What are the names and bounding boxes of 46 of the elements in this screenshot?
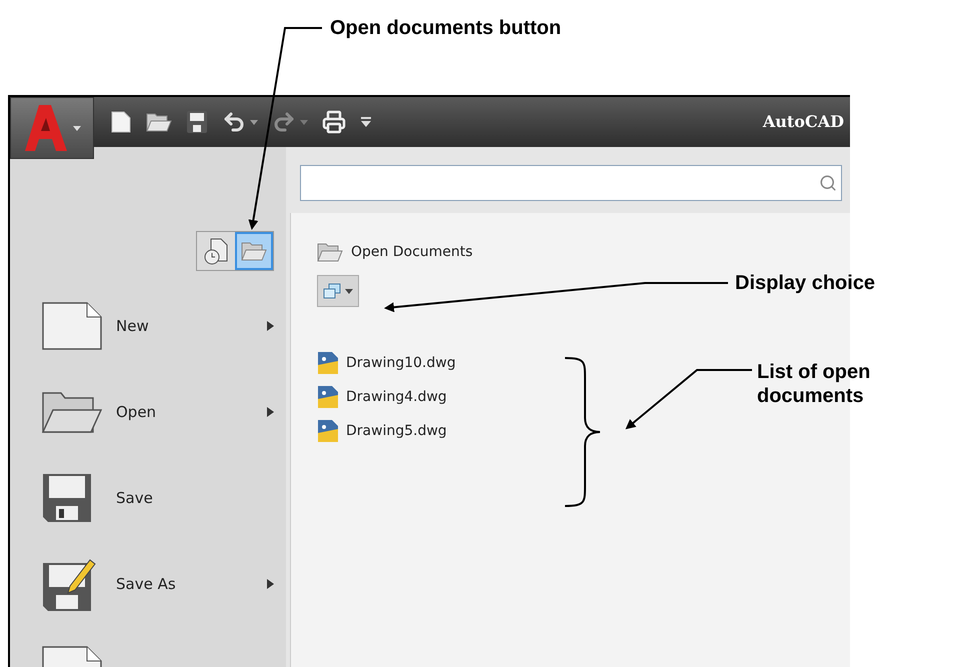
toolbar-button[interactable] bbox=[110, 110, 132, 134]
open-documents-button[interactable] bbox=[235, 232, 273, 270]
menu-item[interactable]: Open bbox=[42, 379, 274, 445]
dropdown-caret-icon bbox=[360, 116, 372, 128]
window-title: AutoCAD bbox=[762, 111, 845, 133]
application-menu-button[interactable] bbox=[10, 97, 94, 159]
toolbar-button[interactable] bbox=[360, 116, 372, 128]
toolbar-button[interactable] bbox=[186, 110, 208, 134]
caret-icon bbox=[250, 120, 258, 124]
folder-icon bbox=[241, 240, 267, 262]
panel-heading: Open Documents bbox=[351, 242, 473, 262]
drawing-file-icon bbox=[317, 385, 339, 409]
submenu-arrow-icon bbox=[267, 579, 274, 589]
search-icon bbox=[819, 174, 837, 192]
folder-icon bbox=[42, 390, 102, 434]
display-choice-button[interactable] bbox=[317, 275, 359, 307]
caret-icon bbox=[345, 288, 353, 294]
windows-icon bbox=[323, 283, 341, 299]
callout-label: List of open documents bbox=[757, 360, 872, 408]
document-list-item[interactable]: Drawing4.dwg bbox=[317, 385, 447, 409]
folder-icon bbox=[146, 111, 172, 133]
document-clock-icon bbox=[203, 237, 229, 265]
blank-document-icon bbox=[42, 302, 102, 350]
document-list-item[interactable]: Drawing5.dwg bbox=[317, 419, 447, 443]
drawing-file-icon bbox=[317, 351, 339, 375]
caret-icon bbox=[73, 126, 81, 130]
callout-label: Open documents button bbox=[330, 16, 562, 41]
menu-item[interactable]: Save bbox=[42, 465, 274, 531]
redo-icon bbox=[272, 110, 296, 134]
menu-item[interactable]: New bbox=[42, 293, 274, 359]
submenu-arrow-icon bbox=[267, 407, 274, 417]
document-icon bbox=[110, 110, 132, 134]
toolbar-button[interactable] bbox=[146, 111, 172, 133]
callout-label: Display choice bbox=[735, 271, 876, 296]
search-field[interactable] bbox=[300, 165, 842, 201]
caret-icon bbox=[300, 120, 308, 124]
document-list-item[interactable]: Drawing10.dwg bbox=[317, 351, 456, 375]
folder-icon bbox=[317, 241, 343, 263]
undo-icon bbox=[222, 110, 246, 134]
drawing-file-icon bbox=[317, 419, 339, 443]
logo-icon bbox=[23, 103, 69, 153]
toolbar-button[interactable] bbox=[322, 110, 346, 134]
toolbar-button[interactable] bbox=[222, 110, 258, 134]
printer-icon bbox=[322, 110, 346, 134]
menu-item[interactable]: Save As bbox=[42, 551, 274, 617]
submenu-arrow-icon bbox=[267, 321, 274, 331]
